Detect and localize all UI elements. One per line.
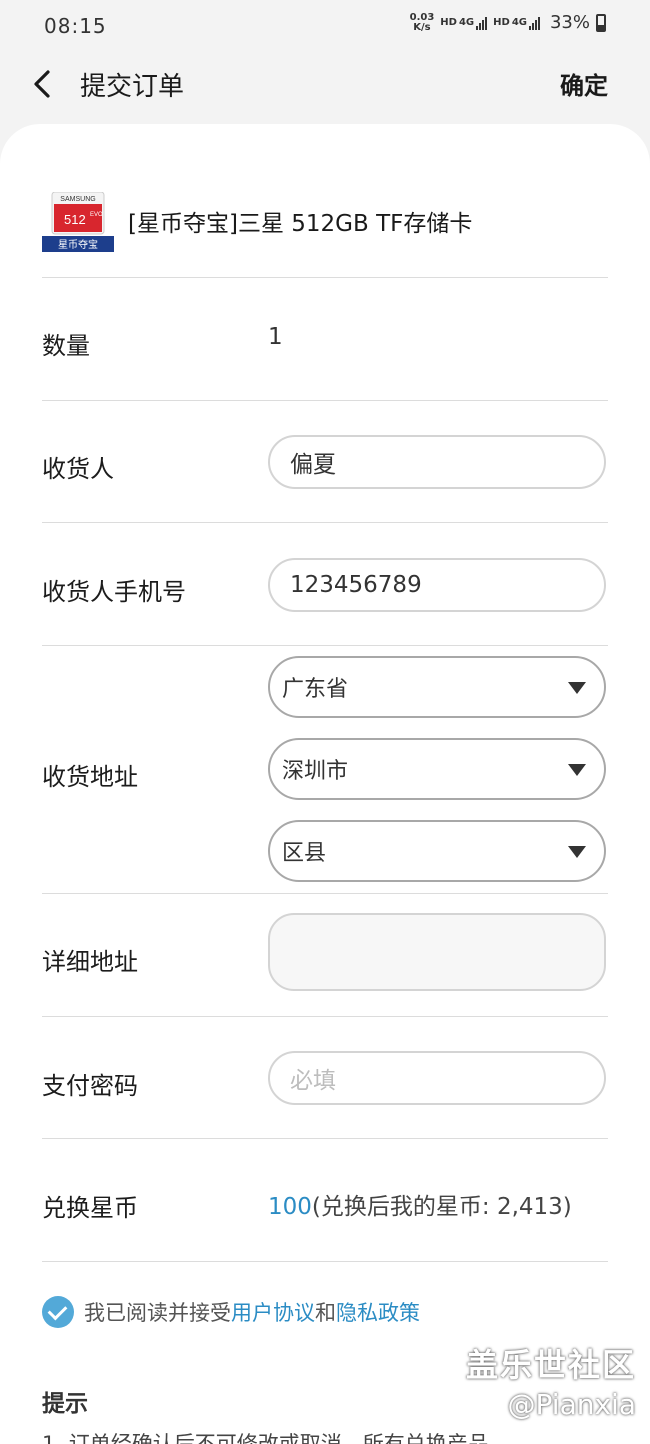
stars-after: (兑换后我的星币: 2,413) (311, 1194, 572, 1220)
divider (42, 522, 608, 523)
password-placeholder: 必填 (290, 1068, 336, 1094)
signal-2: HD 4G (493, 16, 540, 30)
divider (42, 1016, 608, 1017)
phone-label: 收货人手机号 (42, 578, 186, 606)
network-speed: 0.03 K/s (409, 11, 435, 33)
agreement-text: 我已阅读并接受用户协议和隐私政策 (84, 1297, 420, 1327)
receiver-input[interactable]: 偏夏 (268, 435, 606, 489)
battery-icon (596, 13, 606, 32)
address-label: 收货地址 (42, 763, 138, 791)
network-type: 4G (511, 17, 527, 28)
chevron-down-icon (568, 764, 586, 776)
back-button[interactable] (28, 64, 60, 104)
detail-address-label: 详细地址 (42, 948, 138, 976)
province-select[interactable]: 广东省 (268, 656, 606, 718)
password-input[interactable]: 必填 (268, 1051, 606, 1105)
quantity-value: 1 (268, 324, 283, 350)
thumb-series: EVO (90, 212, 103, 218)
battery-percent: 33% (549, 12, 590, 33)
network-speed-value: 0.03 (409, 11, 435, 23)
product-row: SAMSUNG 512 EVO 星币夺宝 [星币夺宝]三星 512GB TF存储… (42, 192, 608, 280)
agreement-row: 我已阅读并接受用户协议和隐私政策 (42, 1296, 420, 1328)
status-indicators: 0.03 K/s HD 4G HD 4G 33% (410, 12, 606, 33)
agreement-and: 和 (315, 1301, 336, 1325)
network-type: 4G (458, 17, 475, 28)
hd-icon: HD (493, 17, 510, 28)
city-value: 深圳市 (282, 759, 349, 784)
order-form-card: SAMSUNG 512 EVO 星币夺宝 [星币夺宝]三星 512GB TF存储… (0, 124, 650, 1444)
quantity-label: 数量 (42, 332, 90, 360)
receiver-label: 收货人 (42, 455, 114, 483)
page-title: 提交订单 (80, 72, 185, 102)
privacy-policy-link[interactable]: 隐私政策 (336, 1301, 420, 1325)
status-bar: 08:15 0.03 K/s HD 4G HD 4G 33% (0, 0, 650, 52)
detail-address-input[interactable] (268, 913, 606, 991)
user-agreement-link[interactable]: 用户协议 (231, 1301, 315, 1325)
product-thumbnail: SAMSUNG 512 EVO 星币夺宝 (42, 192, 114, 252)
chevron-down-icon (568, 682, 586, 694)
divider (42, 1261, 608, 1262)
network-speed-unit: K/s (413, 21, 431, 33)
watermark-handle: @Pianxia (507, 1388, 636, 1421)
checkbox-checked-icon[interactable] (42, 1296, 74, 1328)
status-time: 08:15 (44, 14, 107, 38)
divider (42, 1138, 608, 1139)
signal-1: HD 4G (440, 16, 488, 30)
divider (42, 277, 608, 278)
thumb-caption: 星币夺宝 (58, 238, 98, 251)
receiver-value: 偏夏 (290, 452, 336, 478)
app-bar: 提交订单 确定 (0, 52, 650, 116)
divider (42, 893, 608, 894)
back-arrow-icon (34, 70, 50, 98)
stars-amount: 100 (268, 1194, 312, 1220)
divider (42, 400, 608, 401)
stars-label: 兑换星币 (42, 1194, 138, 1222)
confirm-button[interactable]: 确定 (560, 66, 608, 101)
agreement-prefix: 我已阅读并接受 (84, 1301, 231, 1325)
thumb-brand: SAMSUNG (60, 196, 95, 203)
thumb-capacity: 512 (64, 212, 86, 227)
phone-value: 123456789 (290, 572, 422, 598)
stars-exchange: 100(兑换后我的星币: 2,413) (268, 1187, 572, 1221)
tips-title: 提示 (42, 1391, 88, 1417)
divider (42, 645, 608, 646)
watermark-site: 盖乐世社区 (465, 1346, 636, 1384)
province-value: 广东省 (282, 677, 349, 702)
tips-line: 1. 订单经确认后不可修改或取消，所有兑换产品 (42, 1432, 489, 1444)
city-select[interactable]: 深圳市 (268, 738, 606, 800)
district-value: 区县 (282, 841, 327, 866)
phone-input[interactable]: 123456789 (268, 558, 606, 612)
hd-icon: HD (440, 17, 457, 28)
signal-bars-icon (476, 16, 488, 30)
product-name: [星币夺宝]三星 512GB TF存储卡 (128, 211, 473, 237)
password-label: 支付密码 (42, 1072, 138, 1100)
signal-bars-icon (528, 16, 540, 30)
district-select[interactable]: 区县 (268, 820, 606, 882)
chevron-down-icon (568, 846, 586, 858)
